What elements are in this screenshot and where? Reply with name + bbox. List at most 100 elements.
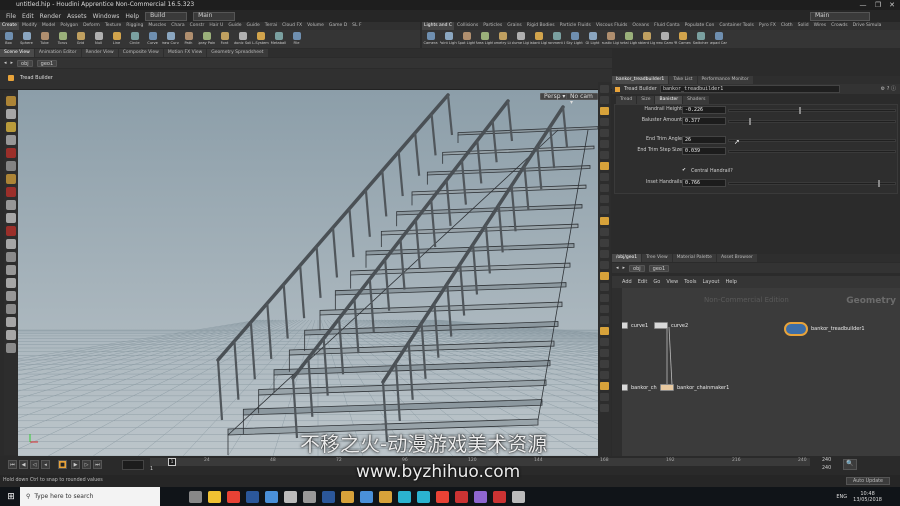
display-option-icon[interactable]	[600, 382, 609, 390]
shelf-tab-fx-0[interactable]: Lights and C	[422, 22, 455, 30]
hda-node-icon[interactable]	[784, 322, 808, 336]
tool-sky-light[interactable]: Sky Light	[566, 30, 583, 48]
tool-font[interactable]: Font	[216, 30, 233, 48]
taskbar-app-icon[interactable]	[398, 490, 411, 503]
display-option-icon[interactable]	[600, 85, 609, 93]
tool-sphere[interactable]: Sphere	[18, 30, 35, 48]
network-menu-help[interactable]: Help	[726, 279, 737, 285]
taskbar-app-icon[interactable]	[360, 490, 373, 503]
display-option-icon[interactable]	[600, 404, 609, 412]
clock[interactable]: 10:48 13/05/2018	[853, 491, 882, 503]
tab-shaders[interactable]: Shaders	[683, 96, 710, 104]
shelf-tab-3[interactable]: Polygon	[58, 22, 80, 30]
taskbar-app-icon[interactable]	[284, 490, 297, 503]
range-start[interactable]: 1	[150, 467, 153, 472]
main-select[interactable]: Main	[193, 11, 236, 21]
viewport-tool-icon[interactable]	[6, 109, 16, 119]
network-menu-layout[interactable]: Layout	[703, 279, 720, 285]
taskbar-app-icon[interactable]	[455, 490, 468, 503]
menu-assets[interactable]: Assets	[67, 13, 87, 20]
shelf-tab-fx-8[interactable]: Fluid Conta	[652, 22, 682, 30]
taskbar-app-icon[interactable]	[208, 490, 221, 503]
node-treadbuilder[interactable]: bankor_treadbuilder1	[784, 322, 865, 336]
end-trim-angle-slider[interactable]	[728, 139, 896, 142]
current-frame-field[interactable]	[122, 460, 144, 470]
gear-icon[interactable]: ⚙ ? ⓘ	[881, 84, 896, 94]
taskbar-app-icon[interactable]	[474, 490, 487, 503]
tool-spray-paint[interactable]: Spray Paint	[198, 30, 215, 48]
network-menu-view[interactable]: View	[666, 279, 678, 285]
display-option-icon[interactable]	[600, 327, 609, 335]
viewport-tool-icon[interactable]	[6, 200, 16, 210]
tool-geometry-light[interactable]: Geometry Light	[494, 30, 511, 48]
scene-viewport[interactable]: Persp ▾ No cam ▾	[18, 90, 598, 456]
end-trim-step-size-field[interactable]: 0.039	[682, 147, 726, 155]
display-option-icon[interactable]	[600, 338, 609, 346]
viewport-tool-icon[interactable]	[6, 174, 16, 184]
node-body[interactable]	[654, 322, 668, 329]
back-icon[interactable]: ◂	[616, 265, 619, 271]
viewport-tool-icon[interactable]	[6, 148, 16, 158]
tool-camera[interactable]: Camera	[422, 30, 439, 48]
menu-file[interactable]: File	[6, 13, 16, 20]
step-back-button[interactable]: ◀	[19, 460, 28, 469]
tool-ambient-light[interactable]: Ambient Light	[638, 30, 655, 48]
display-option-icon[interactable]	[600, 250, 609, 258]
taskbar-app-icon[interactable]	[322, 490, 335, 503]
shelf-tab-8[interactable]: Chara	[169, 22, 186, 30]
tab-viewport-4[interactable]: Motion FX View	[163, 49, 207, 57]
tool-environment-light[interactable]: Environment Light	[548, 30, 565, 48]
windows-start-icon[interactable]: ⊞	[4, 492, 18, 502]
shelf-tab-fx-16[interactable]: Drive Simula	[851, 22, 884, 30]
shelf-tab-17[interactable]: SL F	[350, 22, 363, 30]
display-option-icon[interactable]	[600, 261, 609, 269]
tool-caustic-light[interactable]: Caustic Light	[602, 30, 619, 48]
shelf-tab-fx-7[interactable]: Oceans	[630, 22, 651, 30]
tab-viewport-5[interactable]: Geometry Spreadsheet	[207, 49, 268, 57]
tab-banister[interactable]: Banister	[655, 96, 683, 104]
shelf-tab-fx-13[interactable]: Solid	[796, 22, 811, 30]
display-option-icon[interactable]	[600, 107, 609, 115]
shelf-tab-fx-11[interactable]: Pyro FX	[757, 22, 778, 30]
viewport-tool-icon[interactable]	[6, 226, 16, 236]
tool-switcher[interactable]: Switcher	[692, 30, 709, 48]
taskbar-search[interactable]: ⚲ Type here to search	[20, 487, 160, 506]
display-option-icon[interactable]	[600, 316, 609, 324]
tool-grid[interactable]: Grid	[72, 30, 89, 48]
tab-tree-view[interactable]: Tree View	[642, 254, 672, 262]
language-indicator[interactable]: ENG	[836, 494, 847, 500]
display-option-icon[interactable]	[600, 272, 609, 280]
viewport-tool-icon[interactable]	[6, 161, 16, 171]
shelf-tab-fx-14[interactable]: Wires	[812, 22, 828, 30]
display-option-icon[interactable]	[600, 349, 609, 357]
persp-menu[interactable]: Persp ▾	[540, 93, 570, 100]
taskbar-app-icon[interactable]	[341, 490, 354, 503]
shelf-tab-6[interactable]: Rigging	[124, 22, 145, 30]
viewport-tool-icon[interactable]	[6, 96, 16, 106]
tool-distant-light[interactable]: Distant Light	[530, 30, 547, 48]
shelf-tab-10[interactable]: Hair U	[207, 22, 225, 30]
shelf-tab-2[interactable]: Model	[40, 22, 58, 30]
tool-gamepad-camera[interactable]: Gamepad Camera	[710, 30, 727, 48]
shelf-tab-fx-4[interactable]: Rigid Bodies	[525, 22, 557, 30]
menu-windows[interactable]: Windows	[93, 13, 120, 20]
taskbar-app-icon[interactable]	[189, 490, 202, 503]
tab-viewport-0[interactable]: Scene View	[0, 49, 34, 57]
shelf-tab-fx-1[interactable]: Collisions	[455, 22, 480, 30]
tab-tread[interactable]: Tread	[616, 96, 637, 104]
viewport-tool-icon[interactable]	[6, 343, 16, 353]
shelf-tab-fx-5[interactable]: Particle Fluids	[558, 22, 593, 30]
display-option-icon[interactable]	[600, 217, 609, 225]
display-option-icon[interactable]	[600, 140, 609, 148]
forward-icon[interactable]: ▸	[11, 60, 14, 66]
tab-take-list[interactable]: Take List	[669, 76, 697, 84]
tool-curve[interactable]: Curve	[144, 30, 161, 48]
right-main-select[interactable]: Main	[810, 11, 870, 21]
taskbar-app-icon[interactable]	[417, 490, 430, 503]
viewport-tool-icon[interactable]	[6, 278, 16, 288]
display-option-icon[interactable]	[600, 129, 609, 137]
shelf-tab-5[interactable]: Texture	[103, 22, 123, 30]
tab-size[interactable]: Size	[637, 96, 655, 104]
network-menu-edit[interactable]: Edit	[638, 279, 648, 285]
shelf-tab-fx-15[interactable]: Crowds	[829, 22, 850, 30]
